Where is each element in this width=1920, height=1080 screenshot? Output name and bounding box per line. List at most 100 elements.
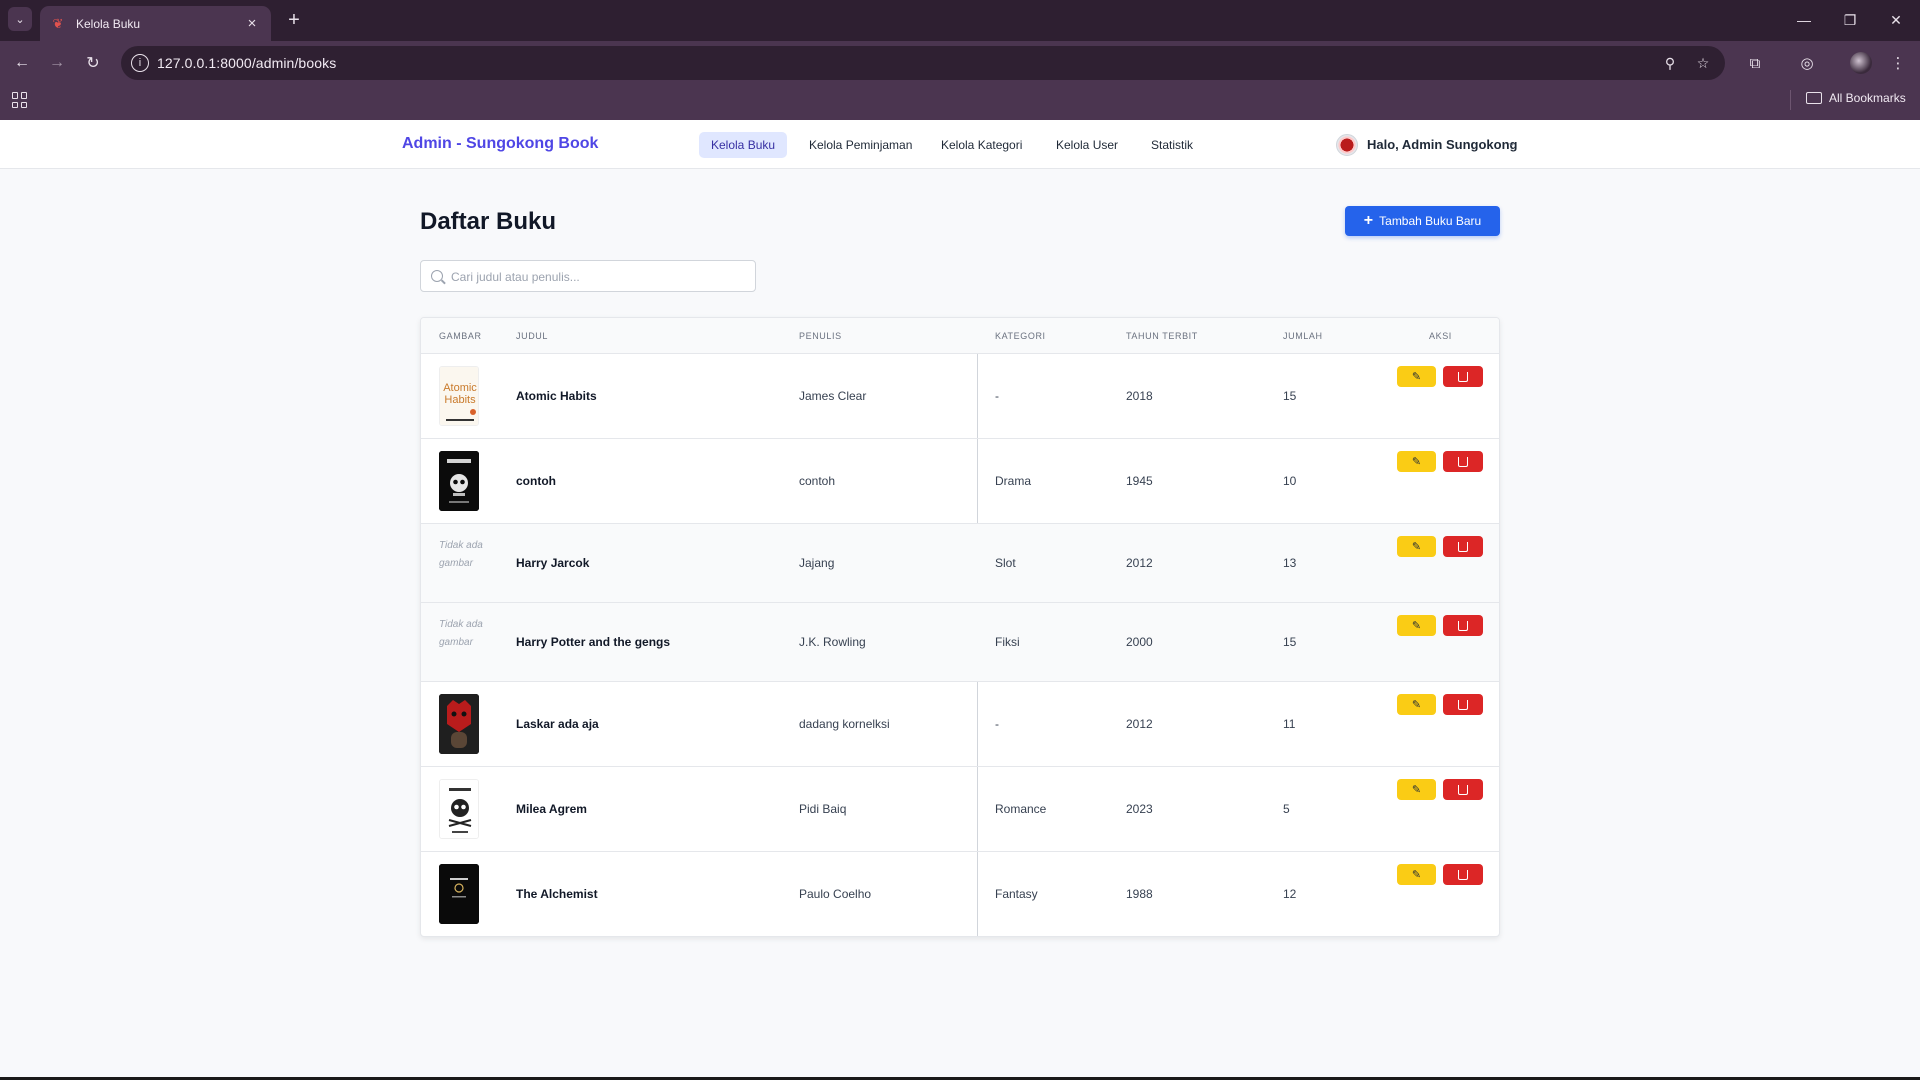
book-title: Atomic Habits <box>516 389 597 403</box>
delete-button[interactable] <box>1443 779 1483 800</box>
header-penulis: PENULIS <box>799 331 842 341</box>
search-box[interactable] <box>420 260 756 292</box>
delete-button[interactable] <box>1443 536 1483 557</box>
folder-icon <box>1806 92 1822 104</box>
edit-button[interactable]: ✎ <box>1397 615 1436 636</box>
screenshot-icon[interactable]: ◎ <box>1795 51 1819 75</box>
plus-icon: + <box>1363 212 1374 229</box>
url-text[interactable]: 127.0.0.1:8000/admin/books <box>157 55 336 71</box>
edit-button[interactable]: ✎ <box>1397 536 1436 557</box>
book-qty: 13 <box>1283 556 1297 570</box>
nav-statistik[interactable]: Statistik <box>1139 132 1205 158</box>
nav-kelola-peminjaman[interactable]: Kelola Peminjaman <box>797 132 924 158</box>
header-gambar: GAMBAR <box>439 331 482 341</box>
add-book-button[interactable]: + Tambah Buku Baru <box>1345 206 1500 236</box>
book-qty: 10 <box>1283 474 1297 488</box>
book-title: Milea Agrem <box>516 802 587 816</box>
book-title: Harry Jarcok <box>516 556 590 570</box>
book-author: James Clear <box>799 389 867 403</box>
bookmark-star-icon[interactable]: ☆ <box>1694 54 1712 72</box>
delete-button[interactable] <box>1443 694 1483 715</box>
page-title: Daftar Buku <box>420 208 557 235</box>
edit-button[interactable]: ✎ <box>1397 694 1436 715</box>
restore-icon[interactable]: ❐ <box>1832 8 1868 32</box>
minimize-icon[interactable]: — <box>1786 8 1822 32</box>
delete-button[interactable] <box>1443 615 1483 636</box>
user-greeting[interactable]: Halo, Admin Sungokong <box>1367 137 1517 152</box>
book-year: 2018 <box>1126 389 1153 403</box>
edit-button[interactable]: ✎ <box>1397 864 1436 885</box>
app-navbar: Admin - Sungokong Book Kelola Buku Kelol… <box>0 120 1920 169</box>
table-row: Milea Agrem Pidi Baiq Romance 2023 5 ✎ <box>421 767 1499 852</box>
header-jumlah: JUMLAH <box>1283 331 1323 341</box>
book-qty: 15 <box>1283 389 1297 403</box>
edit-button[interactable]: ✎ <box>1397 366 1436 387</box>
delete-button[interactable] <box>1443 451 1483 472</box>
header-aksi: AKSI <box>1429 331 1452 341</box>
address-bar[interactable]: i 127.0.0.1:8000/admin/books ⚲ ☆ <box>121 46 1725 80</box>
book-author: dadang kornelksi <box>799 717 890 731</box>
new-tab-button[interactable]: + <box>282 8 306 32</box>
trash-icon <box>1458 620 1468 631</box>
edit-button[interactable]: ✎ <box>1397 451 1436 472</box>
pencil-icon: ✎ <box>1411 784 1422 796</box>
book-qty: 11 <box>1283 717 1296 731</box>
header-judul: JUDUL <box>516 331 549 341</box>
book-title: contoh <box>516 474 556 488</box>
book-qty: 5 <box>1283 802 1290 816</box>
zoom-icon[interactable]: ⚲ <box>1661 54 1679 72</box>
user-avatar[interactable] <box>1336 134 1358 156</box>
book-cover-image <box>439 694 479 754</box>
delete-button[interactable] <box>1443 366 1483 387</box>
book-category: Fiksi <box>995 635 1020 649</box>
apps-grid-icon[interactable] <box>12 92 28 108</box>
book-category: Slot <box>995 556 1016 570</box>
book-year: 2000 <box>1126 635 1153 649</box>
table-row: contoh contoh Drama 1945 10 ✎ <box>421 439 1499 524</box>
book-author: Pidi Baiq <box>799 802 847 816</box>
table-row: Atomic Habits Atomic Habits James Clear … <box>421 354 1499 439</box>
table-row: Tidak ada gambar Harry Jarcok Jajang Slo… <box>421 524 1499 603</box>
tab-search-dropdown[interactable]: ⌄ <box>8 7 32 31</box>
trash-icon <box>1458 699 1468 710</box>
book-qty: 15 <box>1283 635 1297 649</box>
book-cover-image <box>439 779 479 839</box>
pencil-icon: ✎ <box>1411 699 1422 711</box>
chevron-down-icon[interactable]: ⌄ <box>1507 136 1516 149</box>
book-author: J.K. Rowling <box>799 635 866 649</box>
reload-icon[interactable]: ↻ <box>81 51 105 75</box>
books-table: GAMBAR JUDUL PENULIS KATEGORI TAHUN TERB… <box>420 317 1500 937</box>
book-year: 1945 <box>1126 474 1153 488</box>
nav-kelola-kategori[interactable]: Kelola Kategori <box>929 132 1034 158</box>
brand-title[interactable]: Admin - Sungokong Book <box>402 135 598 153</box>
nav-kelola-buku[interactable]: Kelola Buku <box>699 132 788 158</box>
close-tab-icon[interactable]: × <box>243 15 261 32</box>
header-tahun-terbit: TAHUN TERBIT <box>1126 331 1198 341</box>
table-row: The Alchemist Paulo Coelho Fantasy 1988 … <box>421 852 1499 936</box>
tab-active[interactable]: ❦ Kelola Buku × <box>40 6 271 41</box>
header-kategori: KATEGORI <box>995 331 1046 341</box>
menu-kebab-icon[interactable]: ⋮ <box>1886 51 1910 75</box>
book-cover-image <box>439 451 479 511</box>
bookmarks-separator <box>1790 90 1791 110</box>
no-image-text: Tidak ada gambar <box>439 540 483 569</box>
book-year: 1988 <box>1126 887 1153 901</box>
close-window-icon[interactable]: ✕ <box>1878 8 1914 32</box>
nav-kelola-user[interactable]: Kelola User <box>1044 132 1130 158</box>
pencil-icon: ✎ <box>1411 541 1422 553</box>
forward-icon[interactable]: → <box>45 51 69 75</box>
profile-avatar-icon[interactable] <box>1850 52 1872 74</box>
book-title: Laskar ada aja <box>516 717 599 731</box>
extensions-icon[interactable]: ⧉ <box>1743 51 1767 75</box>
all-bookmarks[interactable]: All Bookmarks <box>1806 91 1906 105</box>
delete-button[interactable] <box>1443 864 1483 885</box>
site-info-icon[interactable]: i <box>131 54 149 72</box>
book-author: Jajang <box>799 556 835 570</box>
edit-button[interactable]: ✎ <box>1397 779 1436 800</box>
table-row: Laskar ada aja dadang kornelksi - 2012 1… <box>421 682 1499 767</box>
book-title: Harry Potter and the gengs <box>516 635 671 649</box>
back-icon[interactable]: ← <box>10 51 34 75</box>
book-author: contoh <box>799 474 836 488</box>
pencil-icon: ✎ <box>1411 869 1422 881</box>
search-input[interactable] <box>451 267 746 287</box>
